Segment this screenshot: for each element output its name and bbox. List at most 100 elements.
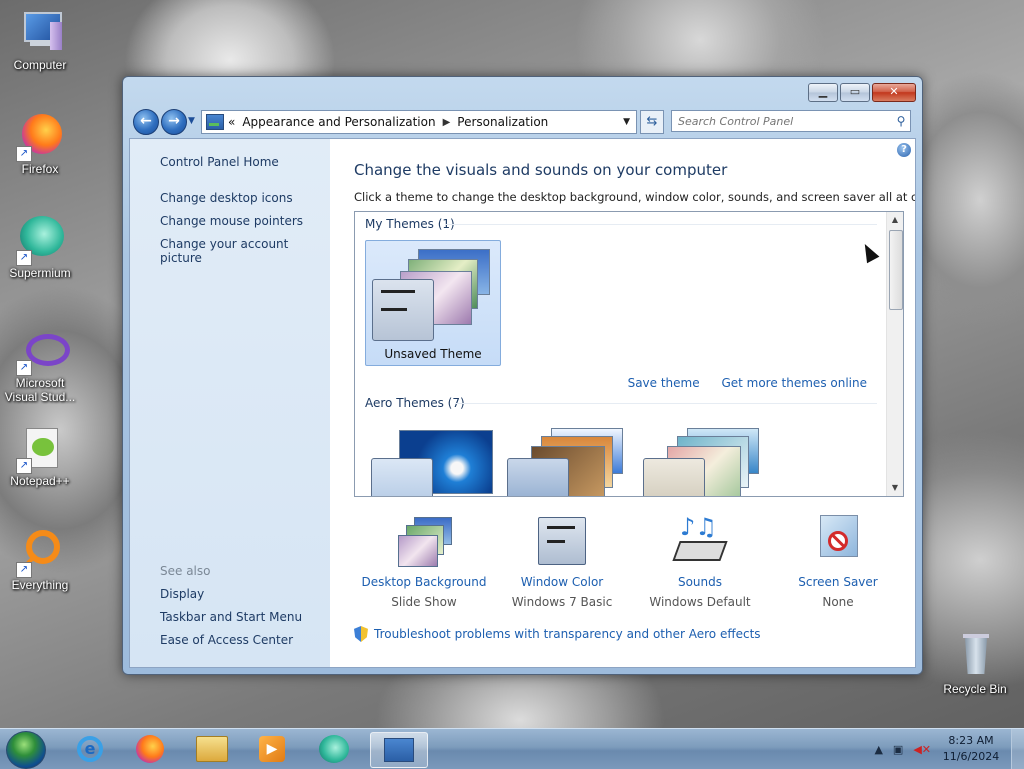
show-desktop-button[interactable] bbox=[1011, 729, 1024, 769]
change-account-picture-link[interactable]: Change your account picture bbox=[160, 237, 330, 265]
setting-value: Slide Show bbox=[391, 595, 457, 609]
personalization-window: ▁ ▭ ✕ ← → ▼ « Appearance and Personaliza… bbox=[122, 76, 923, 675]
theme-list-scrollbar[interactable]: ▲ ▼ bbox=[886, 212, 903, 496]
breadcrumb-appearance[interactable]: Appearance and Personalization bbox=[242, 115, 435, 129]
shortcut-arrow-icon: ↗ bbox=[16, 146, 32, 162]
desktop-icon-firefox[interactable]: ↗ Firefox bbox=[0, 112, 80, 176]
window-color-swatch bbox=[507, 458, 569, 496]
desktop-icon-label: Supermium bbox=[9, 266, 71, 280]
ease-of-access-link[interactable]: Ease of Access Center bbox=[160, 633, 293, 647]
aero-themes-heading: Aero Themes (7) bbox=[365, 396, 465, 410]
taskbar-media-player[interactable]: ▶ bbox=[246, 732, 298, 766]
desktop-icon-supermium[interactable]: ↗ Supermium bbox=[0, 216, 80, 280]
scroll-up-icon[interactable]: ▲ bbox=[887, 212, 903, 228]
desktop-icon-everything[interactable]: ↗ Everything bbox=[0, 528, 80, 592]
search-icon[interactable]: ⚲ bbox=[892, 114, 910, 128]
address-bar[interactable]: « Appearance and Personalization ▶ Perso… bbox=[201, 110, 637, 134]
window-controls: ▁ ▭ ✕ bbox=[806, 83, 916, 102]
taskbar-internet-explorer[interactable]: e bbox=[64, 732, 116, 766]
setting-title: Sounds bbox=[677, 575, 723, 589]
troubleshoot-text[interactable]: Troubleshoot problems with transparency … bbox=[374, 627, 761, 641]
taskbar-file-explorer[interactable] bbox=[186, 732, 238, 766]
my-themes-heading: My Themes (1) bbox=[365, 217, 455, 231]
help-icon[interactable]: ? bbox=[897, 143, 911, 157]
shortcut-arrow-icon: ↗ bbox=[16, 250, 32, 266]
display-link[interactable]: Display bbox=[160, 587, 204, 601]
refresh-button[interactable]: ⇆ bbox=[640, 110, 664, 134]
supermium-icon: ↗ bbox=[16, 216, 64, 266]
group-divider bbox=[445, 224, 877, 225]
navigation-bar: ← → ▼ « Appearance and Personalization ▶… bbox=[131, 107, 914, 135]
page-description: Click a theme to change the desktop back… bbox=[354, 190, 916, 204]
firefox-icon bbox=[136, 735, 164, 763]
troubleshoot-link[interactable]: Troubleshoot problems with transparency … bbox=[354, 626, 761, 642]
theme-label: Unsaved Theme bbox=[384, 347, 482, 361]
start-button[interactable] bbox=[6, 731, 46, 769]
desktop-background-setting[interactable]: Desktop Background Slide Show bbox=[354, 515, 494, 609]
breadcrumb-overflow-chevron[interactable]: « bbox=[228, 115, 235, 129]
control-panel-icon bbox=[206, 114, 224, 130]
clock[interactable]: 8:23 AM 11/6/2024 bbox=[936, 733, 1006, 765]
setting-value: Windows Default bbox=[649, 595, 751, 609]
maximize-button[interactable]: ▭ bbox=[840, 83, 870, 102]
shortcut-arrow-icon: ↗ bbox=[16, 360, 32, 376]
address-dropdown-icon[interactable]: ▼ bbox=[623, 117, 630, 127]
scroll-down-icon[interactable]: ▼ bbox=[887, 480, 903, 496]
window-color-icon bbox=[536, 515, 588, 567]
control-panel-home-link[interactable]: Control Panel Home bbox=[160, 155, 279, 169]
taskbar-firefox[interactable] bbox=[124, 732, 176, 766]
screen-saver-setting[interactable]: Screen Saver None bbox=[768, 515, 908, 609]
page-title: Change the visuals and sounds on your co… bbox=[354, 161, 728, 179]
desktop-icon-label: Notepad++ bbox=[10, 474, 70, 488]
theme-aero-windows7[interactable] bbox=[365, 422, 499, 496]
scroll-thumb[interactable] bbox=[889, 230, 903, 310]
window-color-swatch bbox=[372, 279, 434, 341]
window-color-swatch bbox=[643, 458, 705, 496]
desktop-icon-notepadpp[interactable]: ↗ Notepad++ bbox=[0, 424, 80, 488]
volume-muted-icon[interactable]: ◀✕ bbox=[913, 743, 931, 756]
theme-unsaved[interactable]: Unsaved Theme bbox=[365, 240, 501, 366]
breadcrumb-separator-icon[interactable]: ▶ bbox=[443, 117, 451, 128]
search-box[interactable]: ⚲ bbox=[671, 110, 911, 132]
main-pane: ? Change the visuals and sounds on your … bbox=[330, 139, 915, 667]
breadcrumb-personalization[interactable]: Personalization bbox=[457, 115, 548, 129]
get-more-themes-link[interactable]: Get more themes online bbox=[721, 376, 867, 390]
theme-aero-architecture[interactable] bbox=[501, 422, 635, 496]
desktop-icon-label: Everything bbox=[11, 578, 69, 592]
close-button[interactable]: ✕ bbox=[872, 83, 916, 102]
content-area: Control Panel Home Change desktop icons … bbox=[129, 138, 916, 668]
desktop-icon-label: Firefox bbox=[21, 162, 59, 176]
change-mouse-pointers-link[interactable]: Change mouse pointers bbox=[160, 214, 303, 228]
setting-title: Window Color bbox=[520, 575, 604, 589]
system-tray: ▲ ▣ ◀✕ 8:23 AM 11/6/2024 bbox=[869, 729, 1024, 769]
taskbar: e ▶ ▲ ▣ ◀✕ 8:23 AM 11/6/2024 bbox=[0, 728, 1024, 769]
everything-icon: ↗ bbox=[16, 528, 64, 578]
setting-value: Windows 7 Basic bbox=[511, 595, 613, 609]
network-icon[interactable]: ▣ bbox=[893, 743, 903, 756]
taskbar-supermium[interactable] bbox=[308, 732, 360, 766]
shield-icon bbox=[354, 626, 368, 642]
supermium-icon bbox=[319, 735, 349, 763]
theme-aero-nature[interactable] bbox=[637, 422, 771, 496]
taskbar-start-menu-link[interactable]: Taskbar and Start Menu bbox=[160, 610, 302, 624]
desktop-icon-computer[interactable]: Computer bbox=[0, 8, 80, 72]
sounds-setting[interactable]: ♪♫ Sounds Windows Default bbox=[630, 515, 770, 609]
setting-title: Screen Saver bbox=[798, 575, 878, 589]
desktop-icon-recycle-bin[interactable]: Recycle Bin bbox=[935, 632, 1015, 696]
control-panel-icon bbox=[384, 738, 414, 762]
show-hidden-icons-icon[interactable]: ▲ bbox=[874, 743, 882, 756]
taskbar-control-panel[interactable] bbox=[370, 732, 428, 768]
recent-pages-dropdown-icon[interactable]: ▼ bbox=[188, 116, 195, 126]
change-desktop-icons-link[interactable]: Change desktop icons bbox=[160, 191, 293, 205]
minimize-button[interactable]: ▁ bbox=[808, 83, 838, 102]
search-input[interactable] bbox=[672, 113, 892, 129]
back-button[interactable]: ← bbox=[133, 109, 159, 135]
save-theme-link[interactable]: Save theme bbox=[628, 376, 700, 390]
visual-studio-icon: ↗ bbox=[16, 326, 70, 376]
window-color-setting[interactable]: Window Color Windows 7 Basic bbox=[492, 515, 632, 609]
desktop-icon-visual-studio[interactable]: ↗ Microsoft Visual Stud... bbox=[0, 326, 80, 404]
clock-date: 11/6/2024 bbox=[942, 750, 1000, 763]
theme-list: My Themes (1) Unsaved Theme Save theme G… bbox=[354, 211, 904, 497]
group-divider bbox=[455, 403, 877, 404]
forward-button[interactable]: → bbox=[161, 109, 187, 135]
